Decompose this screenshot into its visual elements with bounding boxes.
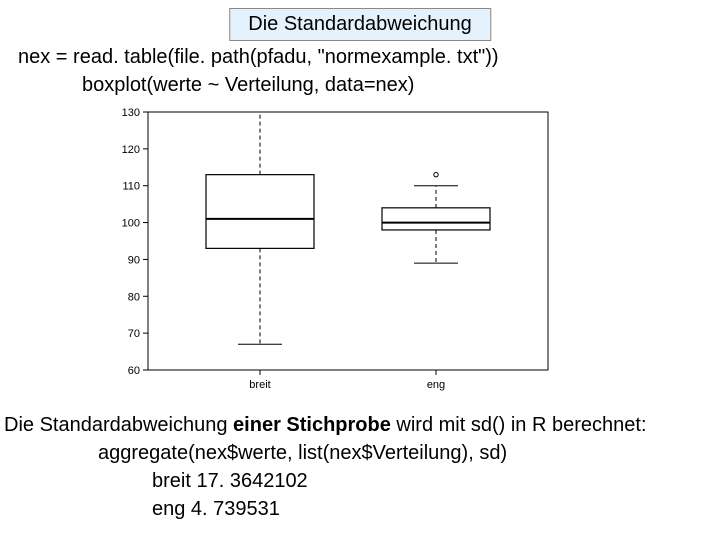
explain-line-2: aggregate(nex$werte, list(nex$Verteilung… xyxy=(98,442,507,465)
boxplot-chart: 60 70 80 90 100 110 120 130 breit eng xyxy=(106,104,550,400)
svg-text:60: 60 xyxy=(128,365,140,377)
explain-1a: Die Standardabweichung xyxy=(4,414,233,436)
code-line-2: boxplot(werte ~ Verteilung, data=nex) xyxy=(82,74,414,97)
page-title: Die Standardabweichung xyxy=(229,8,491,41)
svg-text:80: 80 xyxy=(128,291,140,303)
boxplot-svg: 60 70 80 90 100 110 120 130 breit eng xyxy=(106,104,550,400)
explain-1c: wird mit sd() in R berechnet: xyxy=(391,414,647,436)
explain-line-1: Die Standardabweichung einer Stichprobe … xyxy=(4,414,647,437)
result-line-1: breit 17. 3642102 xyxy=(152,470,308,493)
svg-text:90: 90 xyxy=(128,254,140,266)
result-line-2: eng 4. 739531 xyxy=(152,498,280,521)
svg-text:eng: eng xyxy=(427,379,445,391)
svg-text:breit: breit xyxy=(249,379,270,391)
explain-1b: einer Stichprobe xyxy=(233,414,391,436)
svg-text:100: 100 xyxy=(122,218,140,230)
svg-text:130: 130 xyxy=(122,107,140,119)
svg-text:70: 70 xyxy=(128,328,140,340)
svg-text:110: 110 xyxy=(122,181,140,193)
svg-text:120: 120 xyxy=(122,144,140,156)
code-line-1: nex = read. table(file. path(pfadu, "nor… xyxy=(18,46,499,69)
